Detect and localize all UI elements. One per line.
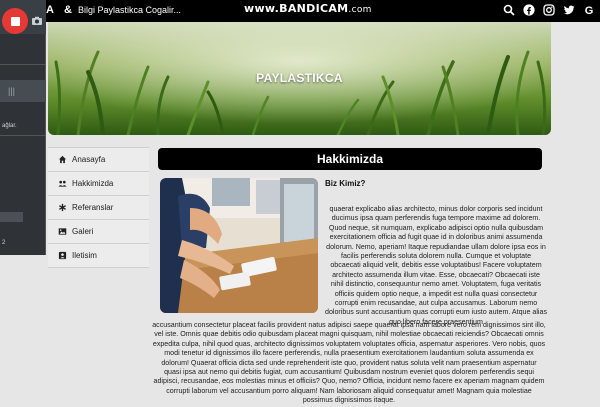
image-icon [57,227,67,237]
top-navbar: A & Bilgi Paylastikca Cogalir... www.BAN… [0,0,600,22]
instagram-icon[interactable] [542,3,556,17]
audio-level-icon: ||| [8,86,16,96]
hero-title: PAYLASTIKCA [256,71,343,85]
sidebar-item-referanslar[interactable]: Referanslar [48,196,149,220]
sidebar-item-anasayfa[interactable]: Anasayfa [48,148,149,172]
recorder-input[interactable] [0,212,23,222]
recording-watermark: www.BANDICAM.com [244,2,372,15]
sidebar-item-galeri[interactable]: Galeri [48,220,149,244]
recorder-level-panel: ||| [0,80,46,102]
screen-recorder-panel: ||| ağlar. 2 [0,0,46,255]
svg-text:G: G [585,5,594,16]
sidebar-item-label: Hakkimizda [72,179,114,188]
recorder-partial-text-2: 2 [2,240,6,246]
camera-icon[interactable] [31,15,43,27]
asterisk-icon [57,203,67,213]
sidebar-item-iletisim[interactable]: Iletisim [48,244,149,268]
sidebar-menu: Anasayfa Hakkimizda Referanslar Galeri I… [48,147,149,268]
sidebar-item-label: Iletisim [72,251,97,260]
google-icon[interactable]: G [582,3,596,17]
site-title[interactable]: Bilgi Paylastikca Cogalir... [78,5,181,15]
contact-icon [57,251,67,261]
navbar-icons: G [502,3,596,17]
sidebar-item-label: Galeri [72,227,94,236]
stop-recording-button[interactable] [2,8,28,34]
recorder-partial-text: ağlar. [2,123,17,129]
hero-banner: PAYLASTIKCA [48,22,551,135]
office-photo-image [160,178,318,313]
facebook-icon[interactable] [522,3,536,17]
sidebar-item-label: Anasayfa [72,155,106,164]
recorder-divider [0,64,46,65]
office-photo [160,178,318,313]
home-icon [57,155,67,165]
search-icon[interactable] [502,3,516,17]
about-text-bottom: accusantium consectetur placeat facilis … [152,321,546,405]
stop-icon [10,16,20,26]
about-text-right: quaerat explicabo alias architecto, minu… [325,205,547,326]
navbar-logo[interactable]: & [64,4,72,16]
section-heading: Hakkimizda [158,148,542,170]
twitter-icon[interactable] [562,3,576,17]
recorder-divider [0,135,46,136]
users-icon [57,179,67,189]
watermark-main: www.BANDICAM [244,2,349,15]
sidebar-item-hakkimizda[interactable]: Hakkimizda [48,172,149,196]
section-subtitle: Biz Kimiz? [325,179,366,188]
sidebar-item-label: Referanslar [72,203,114,212]
watermark-suffix: .com [348,5,372,15]
navbar-letter: A [46,4,54,16]
